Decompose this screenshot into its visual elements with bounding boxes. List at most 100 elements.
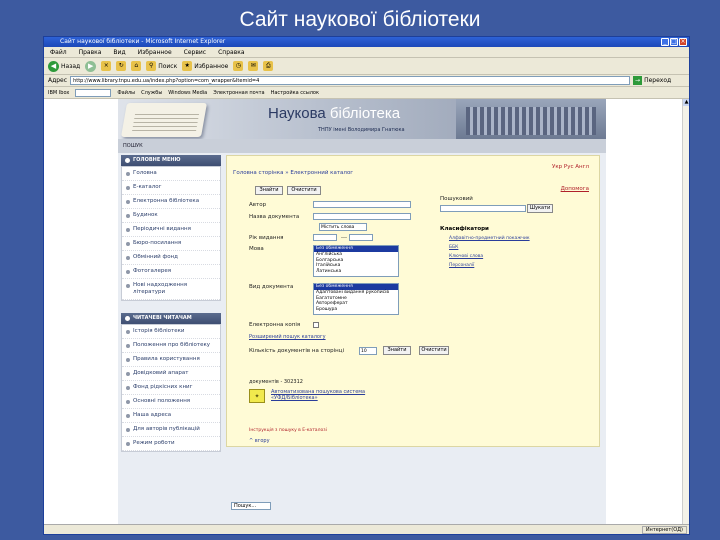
menu-item[interactable]: Довідковий апарат [122, 367, 220, 381]
hint-label: Пошуковий [440, 196, 473, 202]
menu-item[interactable]: Фотогалерея [122, 265, 220, 279]
author-input[interactable] [313, 201, 411, 208]
classifier-link[interactable]: Алфавітно-предметний покажчик [449, 236, 530, 241]
links-input[interactable] [75, 88, 112, 97]
search-instruction-note[interactable]: Інструкція з пошуку в Е-каталозі [249, 428, 327, 433]
menu-item[interactable]: Бюро-посилання [122, 237, 220, 251]
menu-item[interactable]: Правила користування [122, 353, 220, 367]
link-mail[interactable]: Электронная почта [213, 90, 264, 96]
minimize-button[interactable]: _ [661, 38, 669, 46]
hint-input[interactable] [440, 205, 526, 212]
search-button[interactable]: ⚲ Поиск [146, 61, 177, 71]
menu-item[interactable]: Е-каталог [122, 181, 220, 195]
menu-item[interactable]: Будинок [122, 209, 220, 223]
back-to-top-link[interactable]: ^ вгору [249, 438, 270, 444]
count-select[interactable]: 10 [359, 347, 377, 355]
slide-title: Сайт наукової бібліотеки [239, 8, 481, 31]
menu-item[interactable]: Нові надходження літератури [122, 279, 220, 300]
link-media[interactable]: Windows Media [168, 90, 207, 96]
go-label: Переход [644, 77, 672, 84]
menu-item[interactable]: Основні положення [122, 395, 220, 409]
address-label: Адрес [48, 77, 68, 84]
menu-item[interactable]: Режим роботи [122, 437, 220, 451]
match-select[interactable]: Містить слова [319, 223, 367, 231]
link-files[interactable]: Файлы [117, 90, 135, 96]
close-button[interactable]: × [679, 38, 687, 46]
menu-item[interactable]: Положення про бібліотеку [122, 339, 220, 353]
home-icon[interactable]: ⌂ [131, 61, 142, 71]
back-label: Назад [61, 62, 81, 70]
menu-item[interactable]: Історія бібліотеки [122, 325, 220, 339]
breadcrumb[interactable]: Головна сторінка » Електронний каталог [233, 170, 353, 176]
menu-item[interactable]: Обмінний фонд [122, 251, 220, 265]
ecopy-label: Електронна копія [249, 322, 301, 328]
bottom-search-input[interactable]: Пошук... [231, 501, 271, 510]
menu-tools[interactable]: Сервис [184, 47, 206, 57]
clear-button[interactable]: Очистити [419, 346, 449, 355]
menu-item[interactable]: Фонд рідкісних книг [122, 381, 220, 395]
menu-help[interactable]: Справка [218, 47, 244, 57]
go-button[interactable]: → Переход [633, 76, 671, 85]
find-button[interactable]: Знайти [383, 346, 411, 355]
year-label: Рік видання [249, 235, 284, 241]
scroll-up-icon[interactable]: ▲ [683, 99, 689, 106]
hint-search-button[interactable]: Шукати [527, 204, 553, 213]
link-settings[interactable]: Настройка ссылок [271, 90, 319, 96]
language-label: Мова [249, 246, 264, 252]
ecopy-checkbox[interactable] [313, 322, 319, 328]
reader-menu-list: Історія бібліотеки Положення про бібліот… [121, 324, 221, 452]
main-menu-heading: ГОЛОВНЕ МЕНЮ [121, 155, 221, 166]
count-label: Кількість документів на сторінці [249, 348, 345, 354]
listbox-option[interactable]: Брошура [314, 307, 398, 313]
clear-button-top[interactable]: Очистити [287, 186, 321, 195]
listbox-option[interactable]: Адаптовані видання рукописів [314, 290, 398, 296]
menu-item[interactable]: Електронна бібліотека [122, 195, 220, 209]
back-button[interactable]: ◀ Назад [48, 60, 81, 72]
language-listbox[interactable]: Без обмеження Англійська Болгарська Італ… [313, 245, 399, 277]
refresh-icon[interactable]: ↻ [116, 61, 127, 71]
search-button-top[interactable]: Знайти [255, 186, 283, 195]
maximize-button[interactable]: □ [670, 38, 678, 46]
library-site: Наукова бібліотека ТНПУ імені Володимира… [118, 99, 606, 526]
vertical-scrollbar[interactable]: ▲ [682, 99, 689, 526]
mail-icon[interactable]: ✉ [248, 61, 259, 71]
listbox-option[interactable]: Латинська [314, 269, 398, 275]
year-from-input[interactable] [313, 234, 337, 241]
go-arrow-icon: → [633, 76, 643, 85]
search-label: Поиск [158, 62, 178, 70]
ufd-system-link[interactable]: Автоматизована пошукова система «УФД/Біб… [271, 389, 371, 401]
help-link[interactable]: Допомога [561, 186, 589, 192]
extended-search-link[interactable]: Розширений пошук каталогу [249, 334, 326, 340]
doctype-listbox[interactable]: Без обмеження Адаптовані видання рукопис… [313, 283, 399, 315]
language-switch[interactable]: Укр Рус Англ [552, 164, 589, 170]
menu-bullet-icon [125, 316, 130, 321]
browser-window: Сайт наукової бібліотеки - Microsoft Int… [43, 36, 690, 535]
classifier-link[interactable]: Персоналії [449, 263, 474, 268]
menu-item[interactable]: Періодичні видання [122, 223, 220, 237]
history-icon[interactable]: ◷ [233, 61, 244, 71]
toolbar: ◀ Назад ▶ × ↻ ⌂ ⚲ Поиск ★ Избранное ◷ ✉ … [44, 58, 689, 75]
print-icon[interactable]: ⎙ [263, 61, 274, 71]
brand-subtitle: ТНПУ імені Володимира Гнатюка [318, 127, 405, 133]
classifier-link[interactable]: Ключові слова [449, 254, 483, 259]
menu-edit[interactable]: Правка [79, 47, 102, 57]
forward-button[interactable]: ▶ [85, 60, 97, 72]
link-ibm[interactable]: IBM Ibox [48, 90, 69, 96]
menu-item[interactable]: Наша адреса [122, 409, 220, 423]
link-services[interactable]: Службы [141, 90, 162, 96]
classifiers-heading: Класифікатори [440, 226, 489, 232]
menu-item[interactable]: Для авторів публікацій [122, 423, 220, 437]
year-to-input[interactable] [349, 234, 373, 241]
favorites-button[interactable]: ★ Избранное [182, 61, 228, 71]
menu-view[interactable]: Вид [113, 47, 125, 57]
site-banner: Наукова бібліотека ТНПУ імені Володимира… [118, 99, 606, 139]
menu-favorites[interactable]: Избранное [138, 47, 172, 57]
menu-item[interactable]: Головна [122, 167, 220, 181]
stop-icon[interactable]: × [101, 61, 112, 71]
address-input[interactable]: http://www.library.tnpu.edu.ua/index.php… [70, 76, 631, 85]
menu-file[interactable]: Файл [50, 47, 67, 57]
title-label: Назва документа [249, 214, 300, 220]
classifier-link[interactable]: ББК [449, 245, 458, 250]
title-input[interactable] [313, 213, 411, 220]
window-title: Сайт наукової бібліотеки - Microsoft Int… [60, 38, 226, 45]
